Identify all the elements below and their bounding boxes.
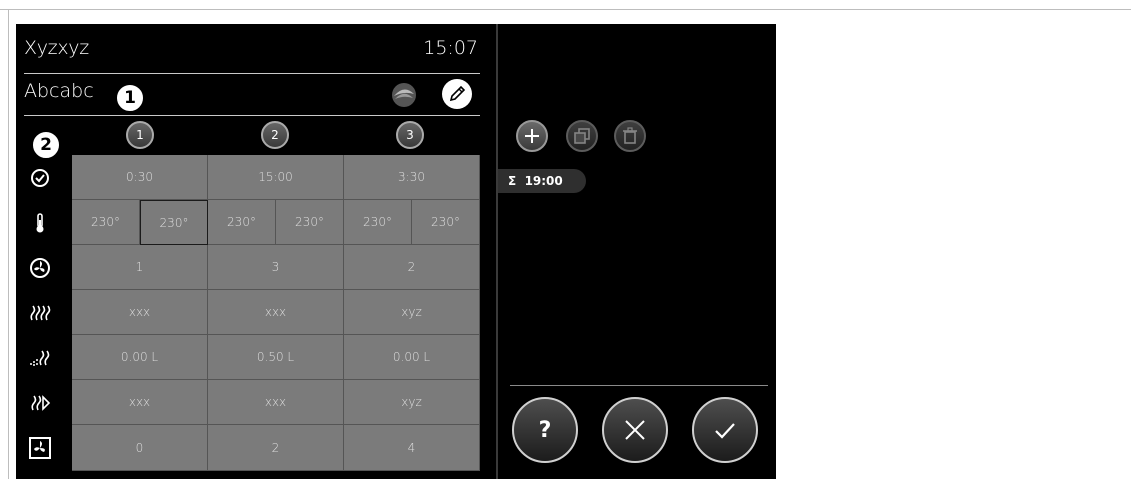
steam-cell-3[interactable]: 0.00 L [344, 335, 480, 380]
total-time: 19:00 [524, 174, 563, 188]
steam-cell-2[interactable]: 0.50 L [208, 335, 344, 380]
heat-cell-3[interactable]: xyz [344, 290, 480, 335]
callout-1: 1 [116, 84, 144, 112]
table-row-time: 0:30 15:00 3:30 [72, 155, 480, 200]
callout-2: 2 [32, 131, 60, 159]
temp-cell-3a[interactable]: 230° [344, 200, 412, 245]
fan-icon [28, 256, 52, 280]
steam-cell-1[interactable]: 0.00 L [72, 335, 208, 380]
fan-box-cell-3[interactable]: 4 [344, 425, 480, 471]
fan-cell-1[interactable]: 1 [72, 245, 208, 290]
time-cell-2[interactable]: 15:00 [208, 155, 344, 200]
page-left-rule [8, 9, 9, 479]
heat-forward-icon [28, 391, 52, 415]
fan-cell-3[interactable]: 2 [344, 245, 480, 290]
table-row-steam: 0.00 L 0.50 L 0.00 L [72, 335, 480, 380]
cancel-button[interactable] [602, 397, 668, 463]
delete-step-button[interactable] [614, 120, 646, 152]
fan-box-cell-1[interactable]: 0 [72, 425, 208, 471]
heat-cell-1[interactable]: xxx [72, 290, 208, 335]
confirm-button[interactable] [692, 397, 758, 463]
food-category-icon[interactable] [390, 81, 418, 109]
plus-icon [525, 129, 539, 143]
heat-forward-cell-2[interactable]: xxx [208, 380, 344, 425]
clock-icon [28, 166, 52, 190]
step-3-button[interactable]: 3 [396, 121, 424, 149]
temp-cell-1b[interactable]: 230° [140, 200, 208, 245]
table-row-heat: xxx xxx xyz [72, 290, 480, 335]
copy-icon [574, 128, 590, 144]
screen-title: Xyzxyz [24, 37, 89, 59]
step-2-button[interactable]: 2 [261, 121, 289, 149]
add-step-button[interactable] [516, 120, 548, 152]
fan-box-icon [28, 436, 52, 460]
total-time-badge: Σ 19:00 [498, 169, 586, 193]
heat-cell-2[interactable]: xxx [208, 290, 344, 335]
temp-cell-2a[interactable]: 230° [208, 200, 276, 245]
temp-cell-2b[interactable]: 230° [276, 200, 344, 245]
copy-step-button[interactable] [566, 120, 598, 152]
program-steps-table: 0:30 15:00 3:30 230° 230° 230° 230° 230°… [72, 155, 480, 471]
temp-cell-3b[interactable]: 230° [412, 200, 480, 245]
actions-divider [510, 385, 768, 386]
steam-icon [28, 346, 52, 370]
clock-time: 15:07 [423, 37, 478, 59]
device-screen: Xyzxyz 15:07 Abcabc 1 2 1 2 3 0:30 15:00… [16, 24, 776, 479]
help-button[interactable]: ? [512, 397, 578, 463]
program-divider [24, 115, 480, 116]
step-1-button[interactable]: 1 [126, 121, 154, 149]
program-name: Abcabc [24, 80, 94, 102]
panel-divider [496, 24, 498, 479]
fan-box-cell-2[interactable]: 2 [208, 425, 344, 471]
checkmark-icon [715, 423, 735, 439]
table-row-fan: 1 3 2 [72, 245, 480, 290]
help-label: ? [538, 417, 552, 443]
heat-forward-cell-1[interactable]: xxx [72, 380, 208, 425]
thermometer-icon [28, 211, 52, 235]
pencil-icon [449, 85, 466, 102]
header-divider [24, 73, 480, 74]
heat-forward-cell-3[interactable]: xyz [344, 380, 480, 425]
edit-button[interactable] [442, 79, 472, 109]
page-top-rule [0, 9, 1131, 10]
table-row-temperature: 230° 230° 230° 230° 230° 230° [72, 200, 480, 245]
sigma-symbol: Σ [508, 174, 517, 188]
time-cell-3[interactable]: 3:30 [344, 155, 480, 200]
trash-icon [623, 127, 637, 144]
table-row-heat-forward: xxx xxx xyz [72, 380, 480, 425]
temp-cell-1a[interactable]: 230° [72, 200, 140, 245]
close-icon [625, 420, 645, 440]
heat-icon [28, 301, 52, 325]
table-row-fan-box: 0 2 4 [72, 425, 480, 471]
fan-cell-2[interactable]: 3 [208, 245, 344, 290]
time-cell-1[interactable]: 0:30 [72, 155, 208, 200]
